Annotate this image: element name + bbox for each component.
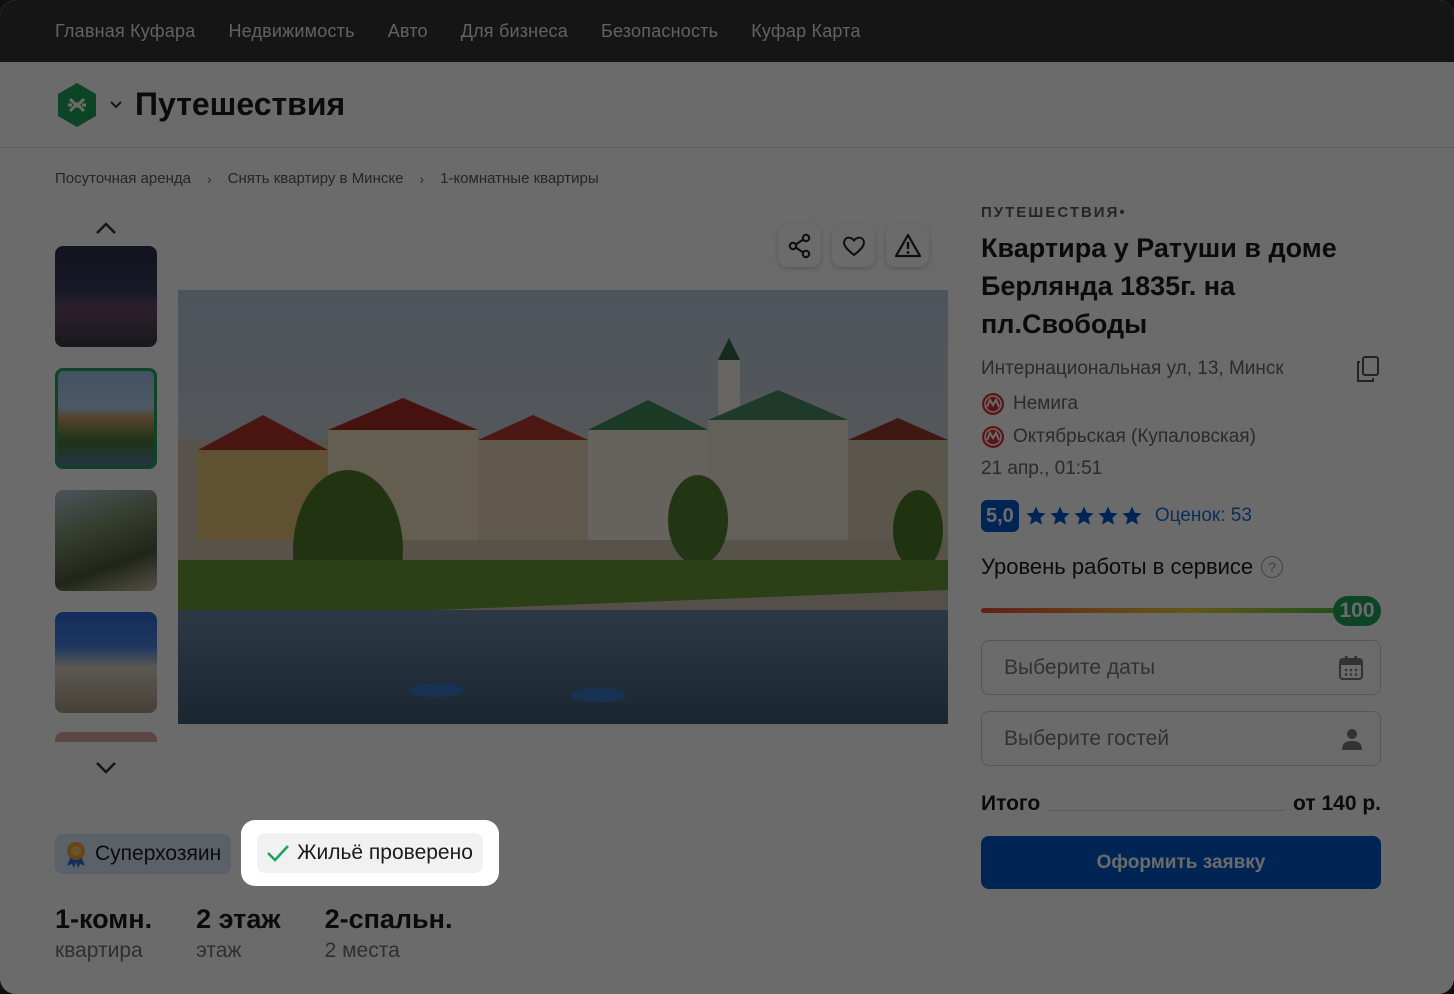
spec-beds: 2-спальн. 2 места (325, 904, 453, 963)
topnav-auto[interactable]: Авто (388, 21, 428, 42)
dates-input[interactable]: Выберите даты (981, 640, 1381, 695)
thumbnail-1[interactable] (55, 246, 157, 347)
topnav-home[interactable]: Главная Куфара (55, 21, 195, 42)
metro-icon (981, 392, 1005, 416)
thumbnail-2-active[interactable] (55, 368, 157, 469)
guests-input[interactable]: Выберите гостей (981, 711, 1381, 766)
person-icon (1342, 728, 1362, 750)
section-header: Путешествия (0, 62, 1454, 148)
listing-title: Квартира у Ратуши в доме Берлянда 1835г.… (981, 233, 1337, 339)
topnav-realty[interactable]: Недвижимость (228, 21, 354, 42)
submit-request-button[interactable]: Оформить заявку (981, 836, 1381, 889)
spec-rooms-value: 1-комн. (55, 904, 153, 934)
breadcrumb-separator: › (206, 170, 212, 187)
topnav-map[interactable]: Куфар Карта (751, 21, 860, 42)
star-icon (1074, 506, 1094, 525)
reviews-link[interactable]: Оценок: 53 (1155, 505, 1252, 527)
listing-date: 21 апр., 01:51 (981, 458, 1103, 479)
listing-actions (778, 224, 929, 267)
metro-icon (981, 425, 1005, 449)
breadcrumb-item-1-room[interactable]: 1-комнатные квартиры (440, 170, 599, 187)
star-icon (1026, 506, 1046, 525)
rating-score: 5,0 (981, 500, 1019, 532)
share-icon (788, 233, 810, 258)
metro-station-1: Немига (981, 392, 1381, 416)
service-level-label: Уровень работы в сервисе (981, 554, 1254, 579)
thumbs-scroll-up-button[interactable] (55, 210, 157, 246)
spec-floor-value: 2 этаж (196, 904, 281, 934)
metro-station-2: Октябрьская (Купаловская) (981, 425, 1381, 449)
superhost-label: Суперхозяин (95, 842, 222, 865)
check-icon (265, 842, 291, 864)
listing-badges: Суперхозяин (55, 834, 260, 874)
metro-station-2-name: Октябрьская (Купаловская) (1013, 426, 1256, 447)
copy-icon[interactable] (1355, 355, 1381, 383)
total-row: Итого от 140 р. (981, 792, 1381, 816)
metro-station-1-name: Немига (1013, 393, 1079, 414)
breadcrumb-item-rent-minsk[interactable]: Снять квартиру в Минске (228, 170, 404, 187)
verified-badge[interactable]: Жильё проверено (257, 833, 483, 873)
thumbnail-strip (55, 210, 157, 786)
service-level-track (981, 608, 1361, 613)
main-photo[interactable] (178, 290, 948, 724)
chevron-up-icon (96, 222, 116, 234)
help-icon[interactable]: ? (1261, 556, 1284, 578)
spec-rooms-label: квартира (55, 939, 143, 962)
favorite-button[interactable] (832, 224, 875, 267)
spec-beds-value: 2-спальн. (324, 904, 453, 934)
guests-placeholder: Выберите гостей (1004, 726, 1170, 750)
star-icon (1122, 506, 1142, 525)
thumbnail-3[interactable] (55, 490, 157, 591)
topnav-safety[interactable]: Безопасность (601, 21, 718, 42)
address-row: Интернациональная ул, 13, Минск (981, 355, 1381, 383)
spec-floor-label: этаж (196, 939, 242, 962)
breadcrumb-item-daily-rent[interactable]: Посуточная аренда (55, 170, 191, 187)
thumbs-scroll-down-button[interactable] (55, 750, 157, 786)
report-button[interactable] (886, 224, 929, 267)
service-level-value: 100 (1333, 596, 1381, 626)
superhost-badge: Суперхозяин (55, 834, 232, 874)
dates-placeholder: Выберите даты (1004, 655, 1156, 679)
listing-info-panel: ПУТЕШЕСТВИЯ• Квартира у Ратуши в доме Бе… (981, 204, 1381, 889)
listing-specs: 1-комн. квартира 2 этаж этаж 2-спальн. 2… (55, 904, 452, 963)
service-level-row: Уровень работы в сервисе ? (981, 554, 1381, 580)
main-photo-image (178, 290, 948, 724)
breadcrumb: Посуточная аренда › Снять квартиру в Мин… (55, 170, 599, 187)
chevron-down-icon (96, 762, 116, 774)
spotlight-highlight: Жильё проверено (241, 820, 499, 886)
listing-address: Интернациональная ул, 13, Минск (981, 358, 1284, 379)
total-value: от 140 р. (1293, 792, 1381, 815)
service-level-progress: 100 (981, 596, 1381, 626)
rating-row: 5,0 Оценок: 53 (981, 500, 1381, 532)
heart-icon (842, 236, 865, 256)
calendar-icon (1339, 655, 1363, 680)
total-label: Итого (981, 792, 1041, 815)
star-icon (1098, 506, 1118, 525)
total-dots-divider (1048, 810, 1286, 811)
verified-label: Жильё проверено (297, 841, 473, 864)
page-window: Главная Куфара Недвижимость Авто Для биз… (0, 0, 1454, 994)
listing-category: ПУТЕШЕСТВИЯ• (981, 204, 1127, 221)
star-icon (1050, 506, 1070, 525)
thumbnail-4[interactable] (55, 612, 157, 713)
warning-icon (894, 233, 921, 257)
spec-beds-label: 2 места (324, 939, 400, 962)
kufar-logo-icon[interactable] (55, 81, 99, 129)
rating-stars (1025, 505, 1143, 527)
thumbnail-5-partial[interactable] (55, 732, 157, 742)
section-title: Путешествия (135, 86, 346, 122)
breadcrumb-separator: › (419, 170, 425, 187)
topnav-business[interactable]: Для бизнеса (461, 21, 568, 42)
spec-rooms: 1-комн. квартира (55, 904, 152, 963)
share-button[interactable] (778, 224, 821, 267)
top-navigation: Главная Куфара Недвижимость Авто Для биз… (0, 0, 1454, 62)
chevron-down-icon[interactable] (109, 100, 123, 110)
spec-floor: 2 этаж этаж (196, 904, 280, 963)
award-icon (63, 840, 89, 868)
